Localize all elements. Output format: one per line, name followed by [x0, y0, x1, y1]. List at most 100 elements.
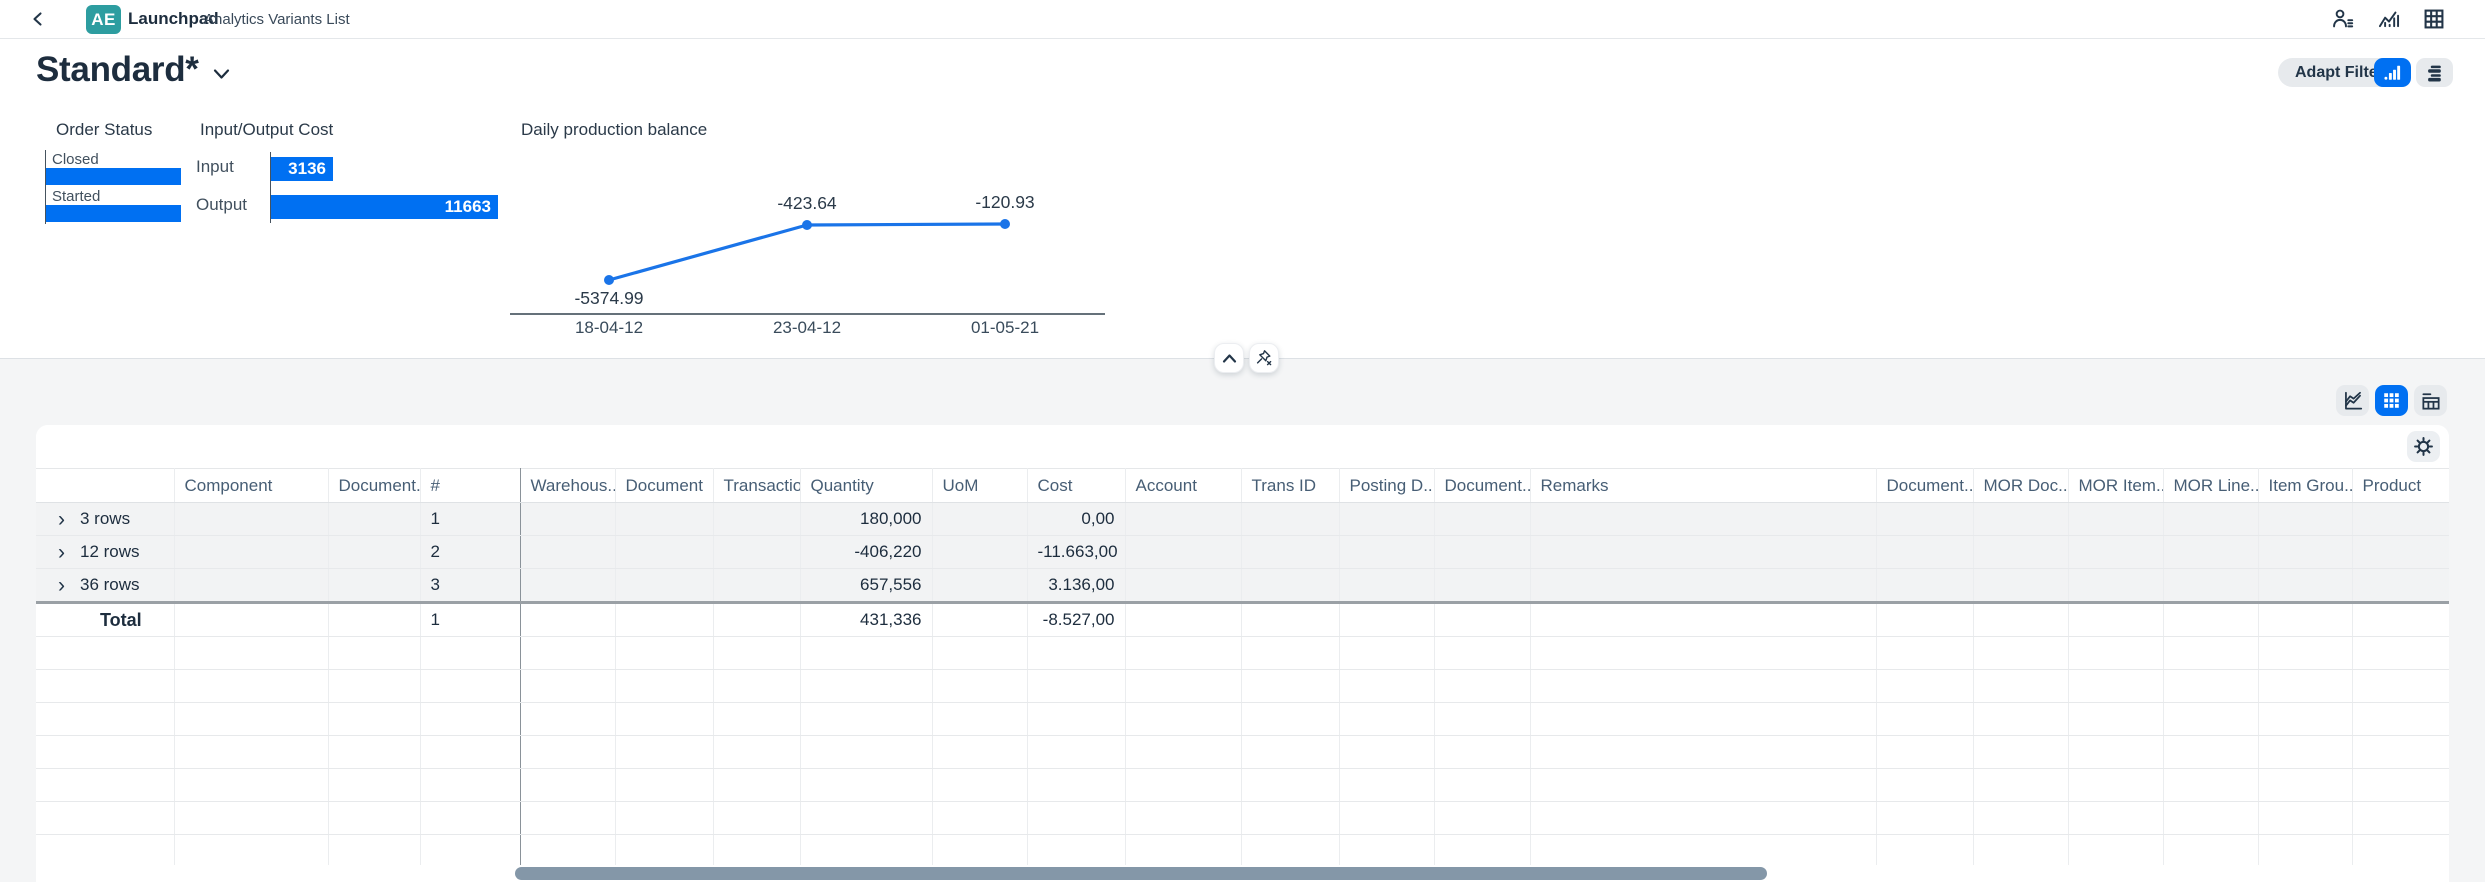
empty-cell: [1241, 536, 1339, 569]
empty-cell: [328, 569, 420, 603]
bar-input[interactable]: 3136: [271, 157, 333, 181]
table-row[interactable]: ›12 rows 2 -406,220 -11.663,00: [36, 536, 2449, 569]
cell-quantity: 657,556: [800, 569, 932, 603]
table-body: ›3 rows 1 180,000 0,00 ›12 rows 2 -406,2…: [36, 503, 2449, 868]
column-header[interactable]: #: [420, 469, 520, 503]
column-header[interactable]: Remarks: [1530, 469, 1876, 503]
group-row-label: 12 rows: [80, 542, 140, 561]
user-activities-button[interactable]: [2330, 6, 2360, 32]
column-header[interactable]: Document...: [1876, 469, 1973, 503]
person-list-icon: [2332, 8, 2354, 30]
pivot-view-button[interactable]: [2414, 385, 2447, 416]
column-header[interactable]: Transactio...: [713, 469, 800, 503]
back-button[interactable]: [30, 7, 56, 31]
toggle-chart-visibility-button[interactable]: [2374, 58, 2411, 87]
empty-cell: [1434, 536, 1530, 569]
data-label: -5374.99: [574, 288, 643, 308]
column-header[interactable]: Trans ID: [1241, 469, 1339, 503]
empty-cell: [1339, 603, 1434, 637]
cell-number: 2: [420, 536, 520, 569]
empty-table-row: [36, 835, 2449, 868]
cell-number: 1: [420, 503, 520, 536]
data-point[interactable]: [802, 220, 812, 230]
bar-started[interactable]: [46, 205, 181, 222]
cell-cost: 0,00: [1027, 503, 1125, 536]
grid-view-button[interactable]: [2375, 385, 2408, 416]
empty-cell: [2352, 569, 2449, 603]
empty-cell: [1339, 569, 1434, 603]
data-point[interactable]: [604, 275, 614, 285]
horizontal-scrollbar[interactable]: [36, 865, 2449, 882]
collapse-header-button[interactable]: [1214, 343, 1244, 373]
total-label: Total: [36, 603, 174, 637]
chevron-up-icon: [1222, 353, 1237, 364]
column-header[interactable]: Document...: [1434, 469, 1530, 503]
toggle-filter-bar-button[interactable]: [2416, 58, 2453, 87]
column-header[interactable]: Posting D...: [1339, 469, 1434, 503]
column-header[interactable]: UoM: [932, 469, 1027, 503]
column-header[interactable]: Product: [2352, 469, 2449, 503]
empty-cell: [2258, 503, 2352, 536]
empty-table-row: [36, 736, 2449, 769]
expand-chevron-icon[interactable]: ›: [58, 579, 65, 593]
empty-cell: [615, 503, 713, 536]
column-header[interactable]: Document: [615, 469, 713, 503]
empty-cell: [174, 536, 328, 569]
horizontal-scrollbar-thumb[interactable]: [515, 867, 1767, 880]
column-header[interactable]: Component: [174, 469, 328, 503]
group-row-label: 3 rows: [80, 509, 130, 528]
empty-cell: [1434, 603, 1530, 637]
bar-closed[interactable]: [46, 168, 181, 185]
column-header[interactable]: MOR Doc...: [1973, 469, 2068, 503]
empty-cell: [2352, 603, 2449, 637]
cell-cost: -8.527,00: [1027, 603, 1125, 637]
column-header[interactable]: Item Grou...: [2258, 469, 2352, 503]
variant-title-group[interactable]: Standard*: [36, 50, 230, 90]
bar-category-label: Output: [196, 193, 266, 217]
cell-number: 1: [420, 603, 520, 637]
empty-cell: [1973, 536, 2068, 569]
empty-cell: [2163, 569, 2258, 603]
io-cost-chart: 3136 11663: [270, 152, 511, 223]
empty-cell: [328, 536, 420, 569]
empty-cell: [174, 569, 328, 603]
column-header[interactable]: Warehous...: [520, 469, 615, 503]
column-header[interactable]: MOR Line...: [2163, 469, 2258, 503]
empty-cell: [932, 536, 1027, 569]
data-point[interactable]: [1000, 219, 1010, 229]
table-row[interactable]: ›36 rows 3 657,556 3.136,00: [36, 569, 2449, 603]
shell-topbar: AE Launchpad Analytics Variants List: [0, 0, 2485, 39]
column-header[interactable]: Document...: [328, 469, 420, 503]
empty-cell: ›36 rows: [36, 569, 174, 603]
column-header[interactable]: [36, 469, 174, 503]
order-status-chart: Closed Started: [45, 150, 186, 224]
empty-cell: [2258, 536, 2352, 569]
expand-chevron-icon[interactable]: ›: [58, 546, 65, 560]
apps-grid-button[interactable]: [2421, 6, 2451, 32]
empty-cell: [1530, 536, 1876, 569]
column-header[interactable]: Quantity: [800, 469, 932, 503]
table-row[interactable]: ›3 rows 1 180,000 0,00: [36, 503, 2449, 536]
gear-icon: [2414, 437, 2433, 456]
table-settings-button[interactable]: [2407, 431, 2440, 462]
empty-cell: [1530, 503, 1876, 536]
empty-cell: [932, 569, 1027, 603]
expand-chevron-icon[interactable]: ›: [58, 513, 65, 527]
analytics-button[interactable]: [2376, 6, 2406, 32]
x-tick-label: 23-04-12: [773, 318, 841, 337]
bar-value-label: 11663: [445, 197, 491, 217]
chart-view-button[interactable]: [2336, 385, 2369, 416]
empty-cell: [1125, 536, 1241, 569]
column-header[interactable]: Account: [1125, 469, 1241, 503]
column-header[interactable]: Cost: [1027, 469, 1125, 503]
app-window: AE Launchpad Analytics Variants List: [0, 0, 2485, 882]
empty-cell: [1434, 503, 1530, 536]
column-header[interactable]: MOR Item...: [2068, 469, 2163, 503]
empty-cell: [1876, 569, 1973, 603]
unpin-button[interactable]: [1249, 343, 1279, 373]
area-chart-icon: [2343, 391, 2363, 411]
variant-chevron-down-icon[interactable]: [213, 68, 230, 80]
items-table: Component Document... # Warehous... Docu…: [36, 468, 2449, 868]
cell-number: 3: [420, 569, 520, 603]
bar-output[interactable]: 11663: [271, 195, 498, 219]
